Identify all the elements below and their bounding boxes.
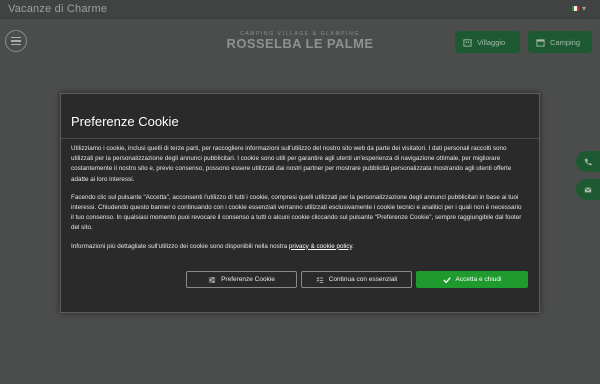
- privacy-cookie-policy-link[interactable]: privacy & cookie policy: [289, 243, 352, 250]
- continue-essential-button[interactable]: Continua con essenziali: [301, 271, 412, 288]
- site-header: CAMPING VILLAGE & GLAMPING ROSSELBA LE P…: [0, 19, 600, 64]
- cookie-preferences-button[interactable]: Preferenze Cookie: [186, 271, 297, 288]
- accept-close-button[interactable]: Accetta e chiudi: [416, 271, 528, 288]
- chevron-down-icon: ▾: [581, 4, 586, 13]
- policy-intro-text: Informazioni più dettagliate sull'utiliz…: [71, 242, 289, 250]
- continue-essential-label: Continua con essenziali: [328, 276, 398, 283]
- accept-close-label: Accetta e chiudi: [455, 276, 502, 283]
- building-icon: [463, 38, 472, 47]
- tagline: Vacanze di Charme: [8, 3, 108, 15]
- camping-button[interactable]: Camping: [528, 31, 592, 53]
- site-logo[interactable]: CAMPING VILLAGE & GLAMPING ROSSELBA LE P…: [226, 31, 374, 51]
- cookie-preferences-dialog: Preferenze Cookie Utilizziamo i cookie, …: [60, 93, 540, 313]
- mail-icon: [584, 186, 592, 192]
- mail-button[interactable]: [576, 179, 600, 200]
- dialog-title: Preferenze Cookie: [71, 114, 179, 129]
- hamburger-icon: [11, 36, 21, 39]
- cookie-paragraph-1: Utilizziamo i cookie, inclusi quelli di …: [71, 145, 512, 183]
- phone-button[interactable]: [576, 151, 600, 172]
- cookie-paragraph-2: Facendo clic sul pulsante "Accetta", acc…: [71, 193, 522, 232]
- list-check-icon: [316, 276, 323, 283]
- check-icon: [442, 276, 451, 283]
- divider: [61, 138, 539, 139]
- menu-button[interactable]: [5, 30, 27, 52]
- language-selector[interactable]: ▾: [571, 4, 586, 13]
- villaggio-label: Villaggio: [477, 37, 506, 47]
- logo-title: ROSSELBA LE PALME: [226, 36, 374, 51]
- dialog-body: Utilizziamo i cookie, inclusi quelli di …: [71, 144, 526, 260]
- villaggio-button[interactable]: Villaggio: [455, 31, 520, 53]
- cookie-paragraph-3: Informazioni più dettagliate sull'utiliz…: [71, 242, 354, 250]
- top-bar: Vacanze di Charme ▾: [0, 0, 600, 19]
- tent-icon: [536, 38, 545, 47]
- dialog-actions: Preferenze Cookie Continua con essenzial…: [61, 271, 539, 289]
- phone-icon: [584, 158, 592, 165]
- cookie-preferences-label: Preferenze Cookie: [221, 276, 275, 283]
- camping-label: Camping: [550, 37, 581, 47]
- sliders-icon: [208, 276, 216, 283]
- italy-flag-icon: [571, 6, 579, 11]
